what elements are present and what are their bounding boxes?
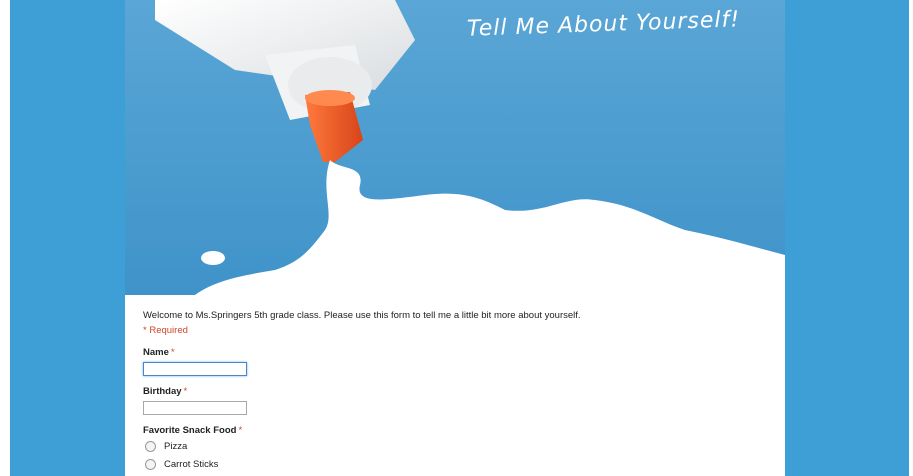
- snack-label: Favorite Snack Food: [143, 425, 237, 436]
- name-input[interactable]: [143, 362, 247, 376]
- snack-option-label: Carrot Sticks: [164, 459, 219, 470]
- snack-option-carrot-sticks[interactable]: Carrot Sticks: [143, 457, 785, 472]
- name-label: Name: [143, 347, 169, 358]
- birthday-required-mark: *: [183, 386, 188, 397]
- radio-button[interactable]: [145, 459, 156, 470]
- page: Tell Me About Yourself! Welcome to Ms.Sp…: [0, 0, 913, 476]
- form-body: Welcome to Ms.Springers 5th grade class.…: [125, 295, 785, 472]
- form-header-image: Tell Me About Yourself!: [125, 0, 785, 295]
- form-card: Tell Me About Yourself! Welcome to Ms.Sp…: [125, 0, 785, 476]
- birthday-label: Birthday: [143, 386, 182, 397]
- required-note: * Required: [143, 325, 188, 336]
- left-edge: [0, 0, 10, 476]
- radio-button[interactable]: [145, 441, 156, 452]
- snack-option-pizza[interactable]: Pizza: [143, 439, 785, 454]
- birthday-input[interactable]: [143, 401, 247, 415]
- snack-field: Favorite Snack Food * Pizza Carrot Sticks: [143, 425, 785, 472]
- birthday-field: Birthday *: [143, 386, 785, 415]
- snack-option-label: Pizza: [164, 441, 188, 452]
- snack-required-mark: *: [238, 425, 243, 436]
- right-edge: [909, 0, 913, 476]
- name-required-mark: *: [170, 347, 175, 358]
- form-description: Welcome to Ms.Springers 5th grade class.…: [143, 310, 581, 321]
- glue-bottle-illustration: [125, 0, 785, 295]
- name-field: Name *: [143, 347, 785, 376]
